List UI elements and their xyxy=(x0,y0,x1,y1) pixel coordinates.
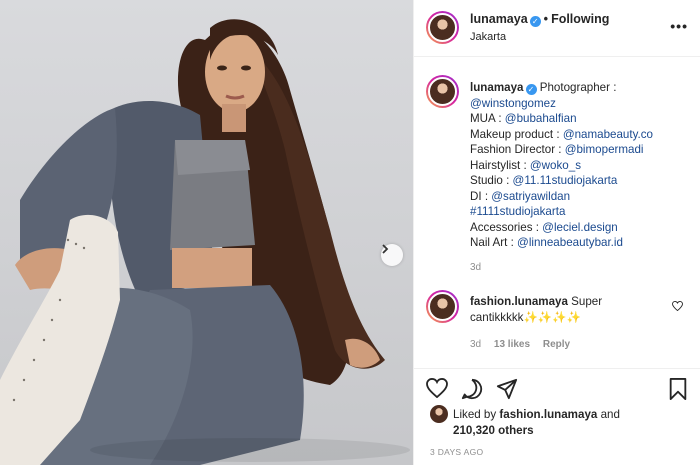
verified-icon: ✓ xyxy=(529,16,541,27)
action-bar xyxy=(414,368,700,408)
caption-line: DI : @satriyawildan xyxy=(470,189,571,203)
post-timestamp[interactable]: 3 DAYS AGO xyxy=(430,447,483,457)
caption-line: Makeup product : @namabeauty.co xyxy=(470,127,653,141)
caption-avatar[interactable] xyxy=(426,75,459,108)
next-arrow-icon[interactable] xyxy=(381,244,403,266)
heart-icon[interactable] xyxy=(426,377,448,401)
liker-username[interactable]: fashion.lunamaya xyxy=(499,408,597,421)
caption-line: Studio : @11.11studiojakarta xyxy=(470,174,618,187)
caption-line: @winstongomez xyxy=(470,97,556,110)
post-caption: lunamaya ✓ Photographer : @winstongomez M… xyxy=(470,80,690,251)
caption-mention[interactable]: @satriyawildan xyxy=(491,190,570,203)
comments-section: lunamaya ✓ Photographer : @winstongomez M… xyxy=(414,58,700,368)
bookmark-icon[interactable] xyxy=(668,378,688,403)
comment-username[interactable]: fashion.lunamaya xyxy=(470,295,568,308)
caption-mention[interactable]: @11.11studiojakarta xyxy=(513,174,618,187)
avatar[interactable] xyxy=(426,11,459,44)
caption-hashtag[interactable]: #1111studiojakarta xyxy=(470,205,565,218)
instagram-post: lunamaya ✓ • Following Jakarta ••• lunamaya… xyxy=(0,0,700,465)
liker-avatar[interactable] xyxy=(430,405,448,423)
caption-age[interactable]: 3d xyxy=(470,262,481,273)
comment-like-icon[interactable] xyxy=(672,300,683,314)
caption-line: Hairstylist : @woko_s xyxy=(470,158,581,172)
comment-icon[interactable] xyxy=(461,378,483,403)
reply-button[interactable]: Reply xyxy=(543,339,570,350)
caption-username[interactable]: lunamaya xyxy=(470,81,524,94)
author-username[interactable]: lunamaya xyxy=(470,12,528,26)
caption-mention[interactable]: @winstongomez xyxy=(470,97,556,110)
liked-by-text: Liked by fashion.lunamaya and 210,320 ot… xyxy=(453,408,620,437)
caption-line: MUA : @bubahalfian xyxy=(470,112,577,125)
comment-avatar[interactable] xyxy=(426,290,459,323)
caption-line: Nail Art : @linneabeautybar.id xyxy=(470,236,623,249)
comment-meta: 3d 13 likes Reply xyxy=(470,339,580,350)
caption-mention[interactable]: @leciel.design xyxy=(542,221,618,234)
share-icon[interactable] xyxy=(496,378,518,403)
caption-line: #1111studiojakarta xyxy=(470,205,565,218)
caption-line: Photographer : xyxy=(539,81,617,94)
following-button[interactable]: Following xyxy=(551,12,609,26)
verified-icon: ✓ xyxy=(525,84,537,95)
caption-line: Accessories : @leciel.design xyxy=(470,220,618,234)
sparkles-emoji: ✨✨✨✨ xyxy=(523,310,582,324)
separator-dot: • xyxy=(543,12,549,26)
caption-line: Fashion Director : @bimopermadi xyxy=(470,143,644,156)
post-author: lunamaya ✓ • Following xyxy=(470,12,609,27)
likes-count[interactable]: 210,320 others xyxy=(453,424,534,437)
photo-illustration xyxy=(0,19,410,465)
post-header: lunamaya ✓ • Following Jakarta ••• xyxy=(414,0,700,57)
caption-mention[interactable]: @bimopermadi xyxy=(565,143,644,156)
caption-mention[interactable]: @woko_s xyxy=(530,159,581,172)
more-icon[interactable]: ••• xyxy=(670,18,688,34)
comment: fashion.lunamaya Super cantikkkkk✨✨✨✨ xyxy=(470,294,670,325)
post-photo[interactable] xyxy=(0,0,413,465)
caption-mention[interactable]: @namabeauty.co xyxy=(563,128,653,141)
post-side-panel: lunamaya ✓ • Following Jakarta ••• lunamaya… xyxy=(413,0,700,465)
caption-mention[interactable]: @bubahalfian xyxy=(505,112,577,125)
comment-age[interactable]: 3d xyxy=(470,339,481,350)
caption-mention[interactable]: @linneabeautybar.id xyxy=(517,236,623,249)
comment-likes[interactable]: 13 likes xyxy=(494,339,530,350)
location-link[interactable]: Jakarta xyxy=(470,31,506,43)
